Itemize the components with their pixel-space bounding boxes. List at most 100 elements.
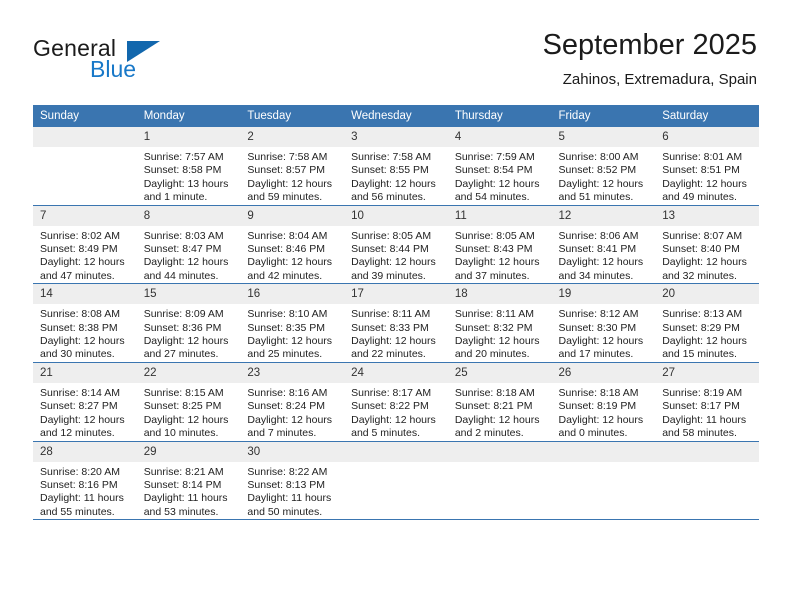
day-number: 14 — [33, 284, 137, 305]
calendar-day-cell[interactable]: 23 Sunrise: 8:16 AM Sunset: 8:24 PM Dayligh… — [240, 362, 345, 442]
calendar-week-row: 28 Sunrise: 8:20 AM Sunset: 8:16 PM Dayligh… — [33, 441, 759, 521]
calendar-day-cell[interactable]: 5 Sunrise: 8:00 AM Sunset: 8:52 PM Daylight… — [551, 127, 656, 206]
calendar-day-cell[interactable]: 16 Sunrise: 8:10 AM Sunset: 8:35 PM Dayligh… — [240, 283, 345, 363]
daylight-text-line2: and 44 minutes. — [143, 269, 219, 282]
daylight-text-line1: Daylight: 12 hours — [454, 177, 540, 190]
calendar-day-cell[interactable]: 3 Sunrise: 7:58 AM Sunset: 8:55 PM Daylight… — [344, 127, 448, 206]
calendar-day-cell[interactable]: 11 Sunrise: 8:05 AM Sunset: 8:43 PM Dayligh… — [447, 205, 552, 285]
calendar-day-cell[interactable]: 14 Sunrise: 8:08 AM Sunset: 8:38 PM Dayligh… — [33, 283, 137, 363]
day-number: 18 — [447, 284, 552, 305]
daylight-text-line2: and 1 minute. — [143, 191, 208, 204]
weekday-header-wednesday: Wednesday — [344, 105, 448, 127]
sunset-text: Sunset: 8:40 PM — [662, 243, 740, 256]
sunset-text: Sunset: 8:54 PM — [454, 164, 533, 177]
brand-logo[interactable]: General Blue — [33, 35, 213, 90]
day-number — [344, 441, 448, 462]
daylight-text-line2: and 2 minutes. — [454, 427, 524, 440]
sunset-text: Sunset: 8:38 PM — [40, 321, 118, 334]
weekday-header-sunday: Sunday — [33, 105, 137, 127]
daylight-text-line1: Daylight: 12 hours — [351, 335, 436, 348]
calendar-day-cell[interactable]: 12 Sunrise: 8:06 AM Sunset: 8:41 PM Dayligh… — [551, 205, 656, 285]
day-number: 20 — [655, 284, 759, 305]
day-details: Sunrise: 8:08 AM Sunset: 8:38 PM Daylight:… — [33, 304, 137, 362]
daylight-text-line2: and 15 minutes. — [662, 348, 737, 361]
sunset-text: Sunset: 8:29 PM — [662, 321, 740, 334]
sunset-text: Sunset: 8:57 PM — [247, 164, 326, 177]
calendar-day-cell[interactable]: 18 Sunrise: 8:11 AM Sunset: 8:32 PM Dayligh… — [447, 283, 552, 363]
calendar-day-cell[interactable]: 28 Sunrise: 8:20 AM Sunset: 8:16 PM Dayligh… — [33, 441, 137, 521]
day-details: Sunrise: 8:18 AM Sunset: 8:21 PM Daylight:… — [448, 383, 552, 441]
calendar-day-cell[interactable]: 8 Sunrise: 8:03 AM Sunset: 8:47 PM Daylight… — [136, 205, 241, 285]
calendar-page: General Blue September 2025 Zahinos, Ext… — [0, 0, 792, 612]
brand-name-blue: Blue — [90, 56, 137, 82]
sunset-text: Sunset: 8:51 PM — [662, 164, 740, 177]
calendar-day-cell[interactable]: 25 Sunrise: 8:18 AM Sunset: 8:21 PM Dayligh… — [447, 362, 552, 442]
day-details: Sunrise: 8:19 AM Sunset: 8:17 PM Daylight:… — [655, 383, 759, 441]
sunset-text: Sunset: 8:14 PM — [143, 478, 222, 491]
day-details: Sunrise: 8:14 AM Sunset: 8:27 PM Daylight:… — [33, 383, 137, 441]
calendar-day-cell-empty — [551, 441, 656, 521]
daylight-text-line1: Daylight: 11 hours — [143, 492, 228, 505]
daylight-text-line2: and 47 minutes. — [40, 269, 115, 282]
calendar-day-cell[interactable]: 30 Sunrise: 8:22 AM Sunset: 8:13 PM Dayligh… — [240, 441, 345, 521]
day-number — [447, 441, 552, 462]
weekday-header-thursday: Thursday — [447, 105, 552, 127]
daylight-text-line1: Daylight: 12 hours — [662, 177, 747, 190]
daylight-text-line1: Daylight: 12 hours — [247, 256, 333, 269]
calendar-day-cell[interactable]: 20 Sunrise: 8:13 AM Sunset: 8:29 PM Dayligh… — [655, 283, 759, 363]
daylight-text-line1: Daylight: 12 hours — [40, 256, 125, 269]
sunset-text: Sunset: 8:13 PM — [247, 478, 326, 491]
calendar-day-cell[interactable]: 2 Sunrise: 7:58 AM Sunset: 8:57 PM Daylight… — [240, 127, 345, 206]
calendar-day-cell[interactable]: 24 Sunrise: 8:17 AM Sunset: 8:22 PM Dayligh… — [344, 362, 448, 442]
sunrise-text: Sunrise: 7:57 AM — [143, 151, 224, 163]
calendar-day-cell-empty — [447, 441, 552, 521]
daylight-text-line2: and 0 minutes. — [558, 427, 628, 440]
sunrise-text: Sunrise: 8:16 AM — [247, 386, 328, 399]
sunrise-text: Sunrise: 8:22 AM — [247, 465, 328, 478]
daylight-text-line1: Daylight: 12 hours — [40, 335, 125, 348]
sunset-text: Sunset: 8:43 PM — [454, 243, 533, 256]
day-details: Sunrise: 8:05 AM Sunset: 8:44 PM Daylight:… — [344, 226, 448, 284]
calendar-day-cell[interactable]: 26 Sunrise: 8:18 AM Sunset: 8:19 PM Dayligh… — [551, 362, 656, 442]
calendar-day-cell[interactable]: 9 Sunrise: 8:04 AM Sunset: 8:46 PM Daylight… — [240, 205, 345, 285]
calendar-day-cell[interactable]: 19 Sunrise: 8:12 AM Sunset: 8:30 PM Dayligh… — [551, 283, 656, 363]
page-header: General Blue September 2025 Zahinos, Ext… — [0, 0, 792, 100]
daylight-text-line1: Daylight: 12 hours — [143, 256, 229, 269]
sunrise-text: Sunrise: 8:11 AM — [454, 308, 534, 321]
sunset-text: Sunset: 8:22 PM — [351, 400, 429, 413]
daylight-text-line2: and 20 minutes. — [454, 348, 530, 361]
calendar-day-cell[interactable]: 15 Sunrise: 8:09 AM Sunset: 8:36 PM Dayligh… — [136, 283, 241, 363]
sunrise-text: Sunrise: 8:18 AM — [454, 386, 535, 399]
sunrise-text: Sunrise: 8:19 AM — [662, 386, 743, 399]
sunset-text: Sunset: 8:58 PM — [143, 164, 222, 177]
day-number: 1 — [136, 127, 241, 147]
weekday-header-tuesday: Tuesday — [240, 105, 345, 127]
day-number: 7 — [33, 205, 137, 226]
day-number: 15 — [136, 284, 241, 305]
calendar-day-cell[interactable]: 6 Sunrise: 8:01 AM Sunset: 8:51 PM Daylight… — [655, 127, 759, 206]
day-details: Sunrise: 8:05 AM Sunset: 8:43 PM Daylight:… — [448, 226, 552, 284]
daylight-text-line2: and 54 minutes. — [454, 191, 530, 204]
daylight-text-line2: and 50 minutes. — [247, 505, 323, 518]
calendar-day-cell[interactable]: 27 Sunrise: 8:19 AM Sunset: 8:17 PM Dayligh… — [655, 362, 759, 442]
day-details: Sunrise: 8:01 AM Sunset: 8:51 PM Daylight:… — [655, 147, 759, 205]
calendar-week-row: 1 Sunrise: 7:57 AM Sunset: 8:58 PM Daylight… — [33, 127, 759, 206]
weekday-header-friday: Friday — [551, 105, 656, 127]
calendar-day-cell[interactable]: 10 Sunrise: 8:05 AM Sunset: 8:44 PM Dayligh… — [344, 205, 448, 285]
daylight-text-line1: Daylight: 12 hours — [558, 413, 644, 426]
calendar-day-cell[interactable]: 22 Sunrise: 8:15 AM Sunset: 8:25 PM Dayligh… — [136, 362, 241, 442]
day-number: 28 — [33, 441, 137, 462]
daylight-text-line1: Daylight: 12 hours — [558, 256, 644, 269]
calendar-day-cell[interactable]: 17 Sunrise: 8:11 AM Sunset: 8:33 PM Dayligh… — [344, 283, 448, 363]
title-block: September 2025 Zahinos, Extremadura, Spa… — [543, 28, 757, 89]
calendar-day-cell[interactable]: 13 Sunrise: 8:07 AM Sunset: 8:40 PM Dayligh… — [655, 205, 759, 285]
calendar-day-cell[interactable]: 4 Sunrise: 7:59 AM Sunset: 8:54 PM Daylight… — [447, 127, 552, 206]
day-number: 26 — [551, 362, 656, 383]
day-number: 16 — [240, 284, 345, 305]
daylight-text-line1: Daylight: 11 hours — [662, 413, 747, 426]
calendar-day-cell[interactable]: 29 Sunrise: 8:21 AM Sunset: 8:14 PM Dayligh… — [136, 441, 241, 521]
calendar-day-cell[interactable]: 7 Sunrise: 8:02 AM Sunset: 8:49 PM Daylight… — [33, 205, 137, 285]
day-details: Sunrise: 7:57 AM Sunset: 8:58 PM Daylight:… — [137, 147, 241, 205]
calendar-day-cell[interactable]: 1 Sunrise: 7:57 AM Sunset: 8:58 PM Daylight… — [136, 127, 241, 206]
calendar-day-cell[interactable]: 21 Sunrise: 8:14 AM Sunset: 8:27 PM Dayligh… — [33, 362, 137, 442]
